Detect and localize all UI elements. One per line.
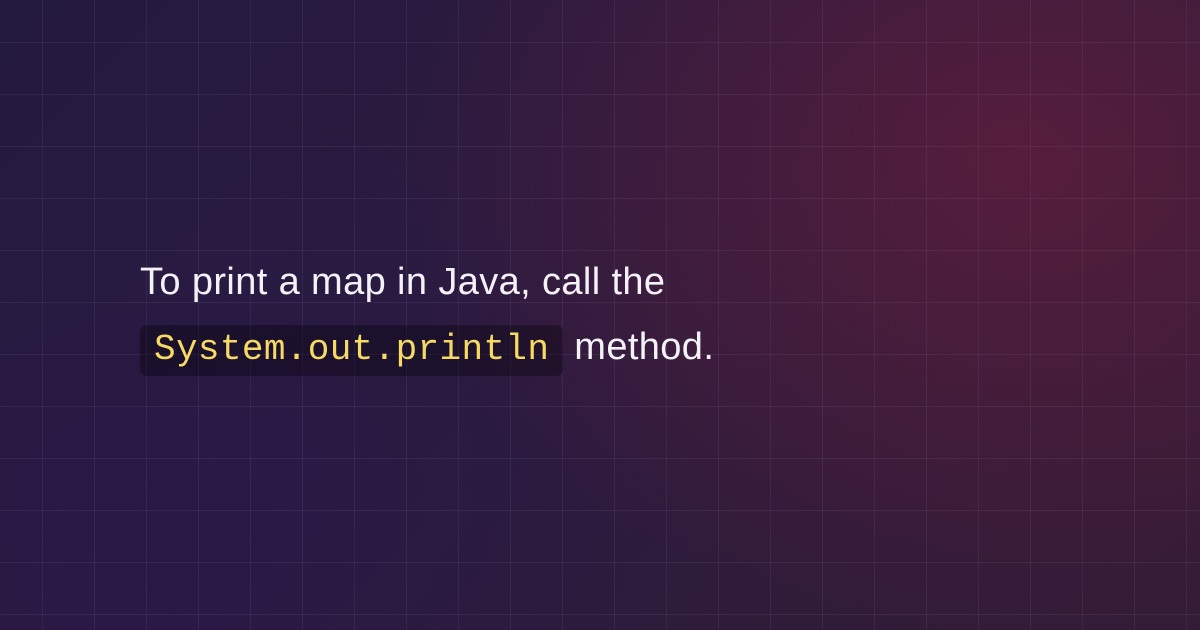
text-after-code: method.: [574, 326, 714, 368]
hero-text: To print a map in Java, call the System.…: [140, 250, 1060, 380]
text-before-code: To print a map in Java, call the: [140, 261, 665, 303]
inline-code: System.out.println: [140, 325, 563, 376]
hero-card: To print a map in Java, call the System.…: [0, 0, 1200, 630]
